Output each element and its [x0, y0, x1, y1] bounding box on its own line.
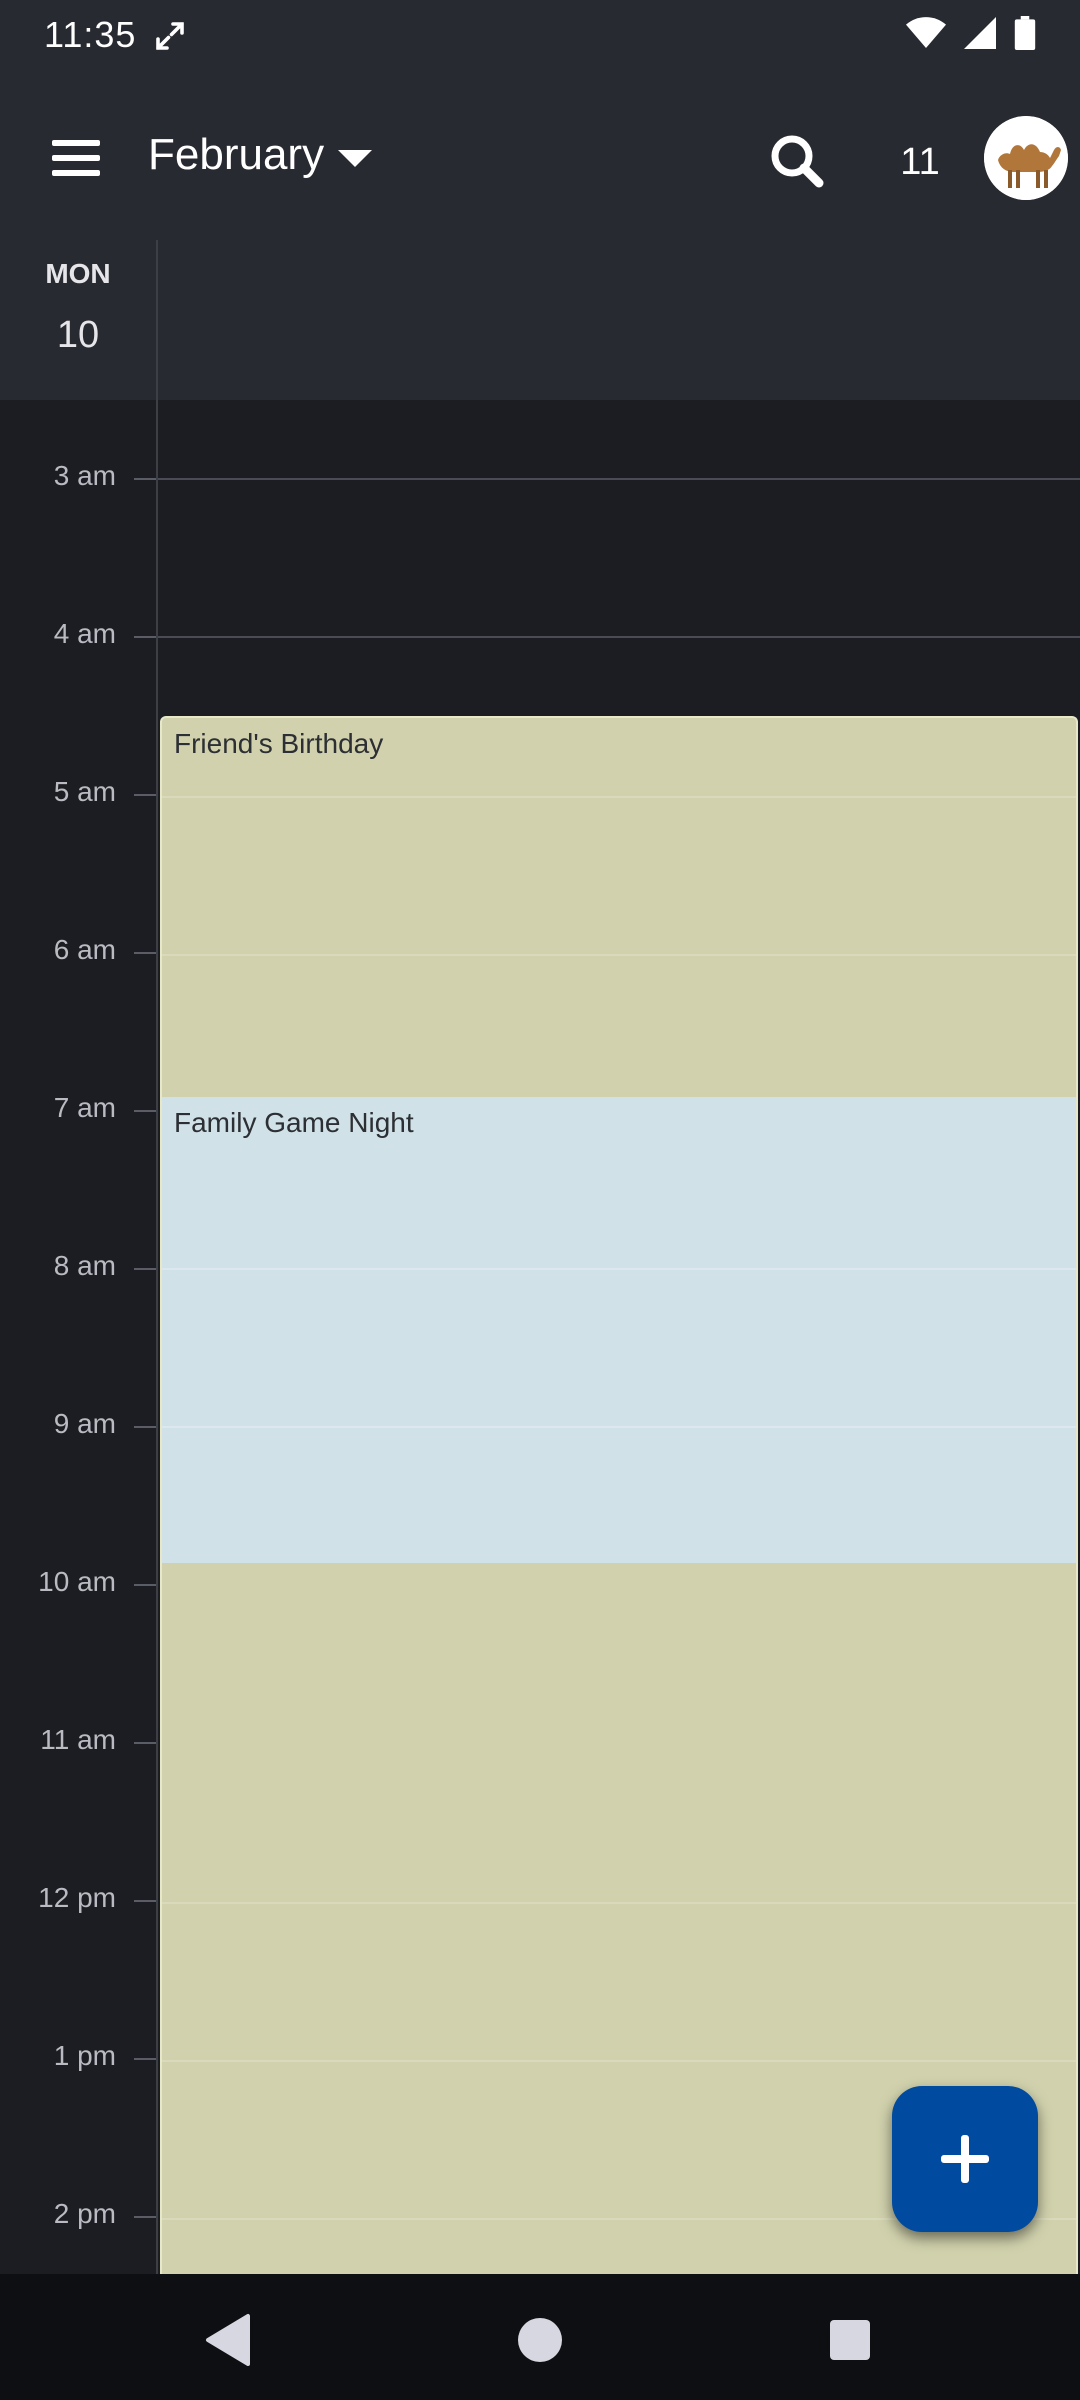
hour-label: 3 am [53, 460, 116, 491]
hour-label: 8 am [53, 1250, 116, 1281]
avatar[interactable] [984, 116, 1068, 200]
hour-label: 11 am [40, 1724, 116, 1755]
status-icons [906, 16, 1036, 50]
month-label: February [148, 130, 325, 179]
month-selector[interactable]: February [148, 130, 373, 180]
battery-icon [1014, 16, 1036, 50]
day-number[interactable]: 10 [0, 314, 156, 357]
hour-tick [134, 2058, 156, 2060]
day-timeline[interactable]: 3 am 4 am 5 am 6 am 7 am 8 am 9 am 10 am… [0, 400, 1080, 2274]
gutter-divider [156, 400, 158, 2274]
hour-tick [134, 478, 156, 480]
event-gridline [162, 954, 1076, 956]
hour-label: 1 pm [53, 2040, 116, 2071]
hamburger-menu-icon [52, 140, 100, 176]
event-gridline [162, 2060, 1076, 2062]
event-family-game-night[interactable]: Family Game Night [162, 1097, 1076, 1563]
hamburger-menu-button[interactable] [40, 122, 112, 194]
wifi-icon [906, 17, 946, 48]
hour-tick [134, 794, 156, 796]
hour-tick [134, 636, 156, 638]
event-gridline [162, 1902, 1076, 1904]
event-gridline [162, 1268, 1076, 1270]
hour-tick [134, 952, 156, 954]
event-gridline [162, 796, 1076, 798]
status-time: 11:35 [44, 14, 137, 55]
hour-tick [134, 1742, 156, 1744]
hour-tick [134, 1426, 156, 1428]
app-bar: February 11 [0, 72, 1080, 240]
day-header: MON 10 [0, 240, 1080, 400]
recents-button[interactable] [810, 2300, 890, 2380]
hour-tick [134, 1900, 156, 1902]
today-button[interactable]: 11 [880, 134, 960, 190]
hour-label: 9 am [53, 1408, 116, 1439]
hour-label: 2 pm [53, 2198, 116, 2229]
hour-gridline [158, 478, 1080, 480]
search-icon [771, 135, 824, 188]
recents-icon [830, 2320, 870, 2360]
back-button[interactable] [188, 2300, 268, 2380]
hour-tick [134, 1110, 156, 1112]
hour-label: 12 pm [38, 1882, 116, 1913]
home-icon [518, 2318, 562, 2362]
hour-label: 5 am [53, 776, 116, 807]
hour-tick [134, 2216, 156, 2218]
hour-label: 7 am [53, 1092, 116, 1123]
hour-gridline [158, 636, 1080, 638]
hour-label: 10 am [38, 1566, 116, 1597]
event-title: Family Game Night [174, 1107, 414, 1138]
home-button[interactable] [500, 2300, 580, 2380]
hour-label: 6 am [53, 934, 116, 965]
plus-icon [941, 2135, 989, 2183]
time-gutter: 3 am 4 am 5 am 6 am 7 am 8 am 9 am 10 am… [0, 400, 156, 2274]
hour-tick [134, 1584, 156, 1586]
day-name: MON [45, 258, 111, 289]
back-icon [206, 2314, 250, 2366]
search-button[interactable] [762, 126, 832, 196]
expand-icon [156, 22, 184, 50]
hour-tick [134, 1268, 156, 1270]
caret-down-icon [338, 150, 373, 167]
hour-label: 4 am [53, 618, 116, 649]
status-bar: 11:35 [0, 0, 1080, 72]
event-gridline [162, 1426, 1076, 1428]
system-nav-bar [0, 2274, 1080, 2400]
camel-avatar-icon [984, 116, 1068, 200]
add-event-button[interactable] [892, 2086, 1038, 2232]
cellular-icon [964, 17, 996, 49]
event-title: Friend's Birthday [174, 728, 384, 759]
day-header-divider [156, 240, 158, 400]
